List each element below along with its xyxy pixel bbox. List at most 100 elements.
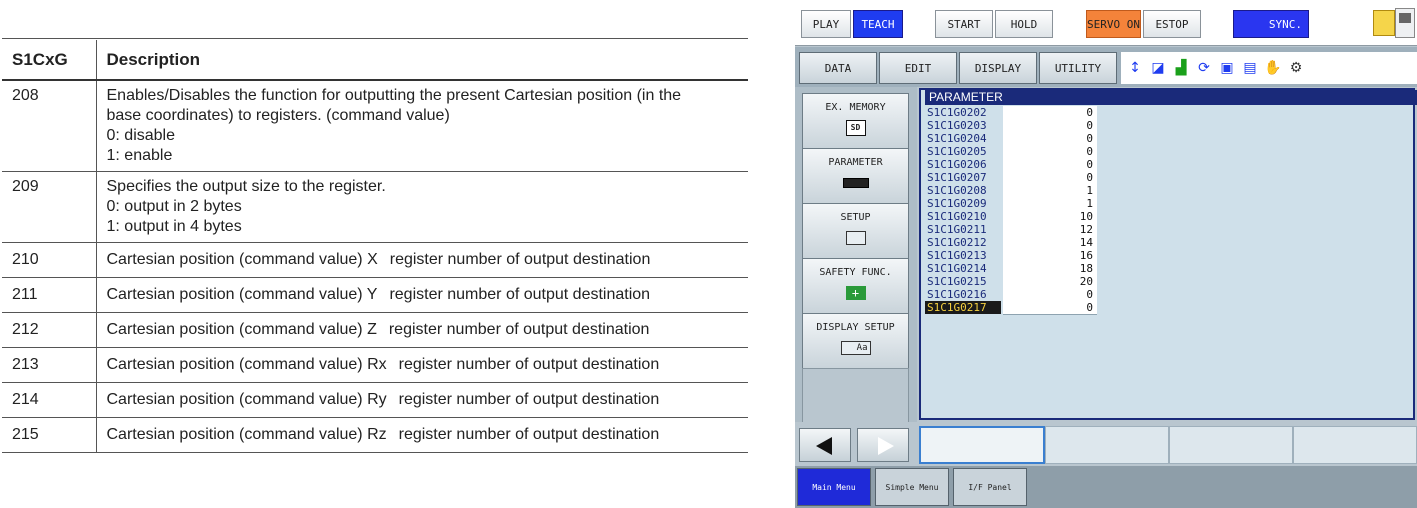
input-cell[interactable] — [1293, 426, 1417, 464]
hand-icon: ✋ — [1264, 60, 1282, 76]
parameter-value[interactable]: 1 — [1003, 184, 1097, 198]
menu-display[interactable]: DISPLAY — [959, 52, 1037, 84]
menu-data[interactable]: DATA — [799, 52, 877, 84]
register-text: register number of output destination — [389, 286, 651, 303]
input-cell[interactable] — [1045, 426, 1169, 464]
parameter-button[interactable]: PARAMETER — [802, 148, 909, 208]
sd-card-icon: SD — [841, 119, 871, 137]
tab-simple-menu[interactable]: Simple Menu — [875, 468, 949, 506]
parameter-row[interactable]: S1C1G0214 18 — [925, 262, 1165, 276]
parameter-value[interactable]: 14 — [1003, 236, 1097, 250]
parameter-value[interactable]: 12 — [1003, 223, 1097, 237]
setup-button[interactable]: SETUP — [802, 203, 909, 263]
tool-icon: ⚙ — [1289, 60, 1303, 76]
sync-button[interactable]: SYNC. — [1233, 10, 1309, 38]
input-cell[interactable] — [919, 426, 1045, 464]
play-mode-button[interactable]: PLAY — [801, 10, 851, 38]
header-description: Description — [96, 40, 748, 81]
parameter-value[interactable]: 0 — [1003, 301, 1097, 315]
parameter-value[interactable]: 0 — [1003, 171, 1097, 185]
parameter-row[interactable]: S1C1G0207 0 — [925, 171, 1165, 185]
ex-memory-label: EX. MEMORY — [825, 102, 886, 113]
display-setup-label: DISPLAY SETUP — [816, 322, 895, 333]
parameter-row[interactable]: S1C1G0210 10 — [925, 210, 1165, 224]
header-s1cxg: S1CxG — [2, 40, 97, 81]
previous-page-arrow-icon[interactable] — [799, 428, 851, 462]
coordinate-icon: ↕ — [1129, 60, 1141, 76]
parameter-panel: PARAMETER S1C1G0202 0 S1C1G0203 0 S1C1G020… — [919, 88, 1417, 420]
parameter-row[interactable]: S1C1G0203 0 — [925, 119, 1165, 133]
parameter-name: S1C1G0216 — [927, 288, 987, 301]
row-description: Cartesian position (command value) Rx reg… — [96, 347, 748, 383]
parameter-value[interactable]: 10 — [1003, 210, 1097, 224]
table-row: 213 Cartesian position (command value) R… — [2, 347, 748, 383]
parameter-name: S1C1G0204 — [927, 132, 987, 145]
description-line: Enables/Disables the function for output… — [106, 87, 682, 104]
start-button[interactable]: START — [935, 10, 993, 38]
input-cell[interactable] — [1169, 426, 1293, 464]
table-row: 212 Cartesian position (command value) Z… — [2, 312, 748, 348]
parameter-row[interactable]: S1C1G0208 1 — [925, 184, 1165, 198]
parameter-row[interactable]: S1C1G0206 0 — [925, 158, 1165, 172]
menu-edit[interactable]: EDIT — [879, 52, 957, 84]
parameter-icon — [841, 174, 871, 192]
parameter-value[interactable]: 0 — [1003, 106, 1097, 120]
parameter-row[interactable]: S1C1G0216 0 — [925, 288, 1165, 302]
parameter-value[interactable]: 18 — [1003, 262, 1097, 276]
tab-main-menu[interactable]: Main Menu — [797, 468, 871, 506]
menu-utility[interactable]: UTILITY — [1039, 52, 1117, 84]
parameter-value[interactable]: 0 — [1003, 145, 1097, 159]
teach-mode-button[interactable]: TEACH — [853, 10, 903, 38]
description-line: 0: disable — [106, 127, 176, 144]
step-icon: ▤ — [1243, 60, 1257, 76]
parameter-value[interactable]: 0 — [1003, 132, 1097, 146]
folder-icon[interactable] — [1373, 10, 1395, 36]
parameter-value[interactable]: 16 — [1003, 249, 1097, 263]
parameter-row-selected[interactable]: S1C1G0217 0 — [925, 301, 1165, 315]
ex-memory-button[interactable]: EX. MEMORY SD — [802, 93, 909, 153]
parameter-row[interactable]: S1C1G0211 12 — [925, 223, 1165, 237]
next-page-arrow-icon[interactable] — [857, 428, 909, 462]
parameter-row[interactable]: S1C1G0212 14 — [925, 236, 1165, 250]
row-id: 214 — [2, 382, 97, 418]
row-id: 208 — [2, 80, 97, 172]
parameter-value[interactable]: 0 — [1003, 288, 1097, 302]
parameter-row[interactable]: S1C1G0202 0 — [925, 106, 1165, 120]
description-text: Cartesian position (command value) Z — [106, 321, 377, 338]
parameter-value[interactable]: 0 — [1003, 158, 1097, 172]
row-id: 215 — [2, 417, 97, 453]
parameter-name: S1C1G0214 — [927, 262, 987, 275]
register-text: register number of output destination — [398, 426, 660, 443]
parameter-row[interactable]: S1C1G0213 16 — [925, 249, 1165, 263]
register-text: register number of output destination — [389, 251, 651, 268]
parameter-value[interactable]: 20 — [1003, 275, 1097, 289]
table-row: 210 Cartesian position (command value) X… — [2, 242, 748, 278]
parameter-value[interactable]: 1 — [1003, 197, 1097, 211]
parameter-row[interactable]: S1C1G0209 1 — [925, 197, 1165, 211]
empty-side-slot — [802, 368, 909, 428]
servo-on-indicator[interactable]: SERVO ON — [1086, 10, 1141, 38]
parameter-name: S1C1G0205 — [927, 145, 987, 158]
parameter-value[interactable]: 0 — [1003, 119, 1097, 133]
parameter-row[interactable]: S1C1G0215 20 — [925, 275, 1165, 289]
parameter-name: S1C1G0217 — [925, 301, 1001, 314]
safety-func-button[interactable]: SAFETY FUNC. + — [802, 258, 909, 318]
main-menu-bar: DATA EDIT DISPLAY UTILITY ↕ ◪ ▟ ⟳ ▣ ▤ ✋ … — [795, 47, 1417, 87]
display-setup-button[interactable]: DISPLAY SETUP Aa — [802, 313, 909, 373]
teach-pendant-screen: PLAY TEACH START HOLD SERVO ON ESTOP SYN… — [795, 0, 1417, 508]
parameter-name: S1C1G0211 — [927, 223, 987, 236]
parameter-name: S1C1G0203 — [927, 119, 987, 132]
parameter-name: S1C1G0213 — [927, 249, 987, 262]
parameter-row[interactable]: S1C1G0204 0 — [925, 132, 1165, 146]
description-line: 1: enable — [106, 147, 173, 164]
tab-if-panel[interactable]: I/F Panel — [953, 468, 1027, 506]
hold-button[interactable]: HOLD — [995, 10, 1053, 38]
parameter-row[interactable]: S1C1G0205 0 — [925, 145, 1165, 159]
pendant-icon[interactable] — [1395, 8, 1415, 38]
row-description: Cartesian position (command value) Y regi… — [96, 277, 748, 313]
register-text: register number of output destination — [398, 391, 660, 408]
estop-indicator[interactable]: ESTOP — [1143, 10, 1201, 38]
parameter-label: PARAMETER — [828, 157, 883, 168]
row-description: Cartesian position (command value) Ry reg… — [96, 382, 748, 418]
register-text: register number of output destination — [388, 321, 650, 338]
